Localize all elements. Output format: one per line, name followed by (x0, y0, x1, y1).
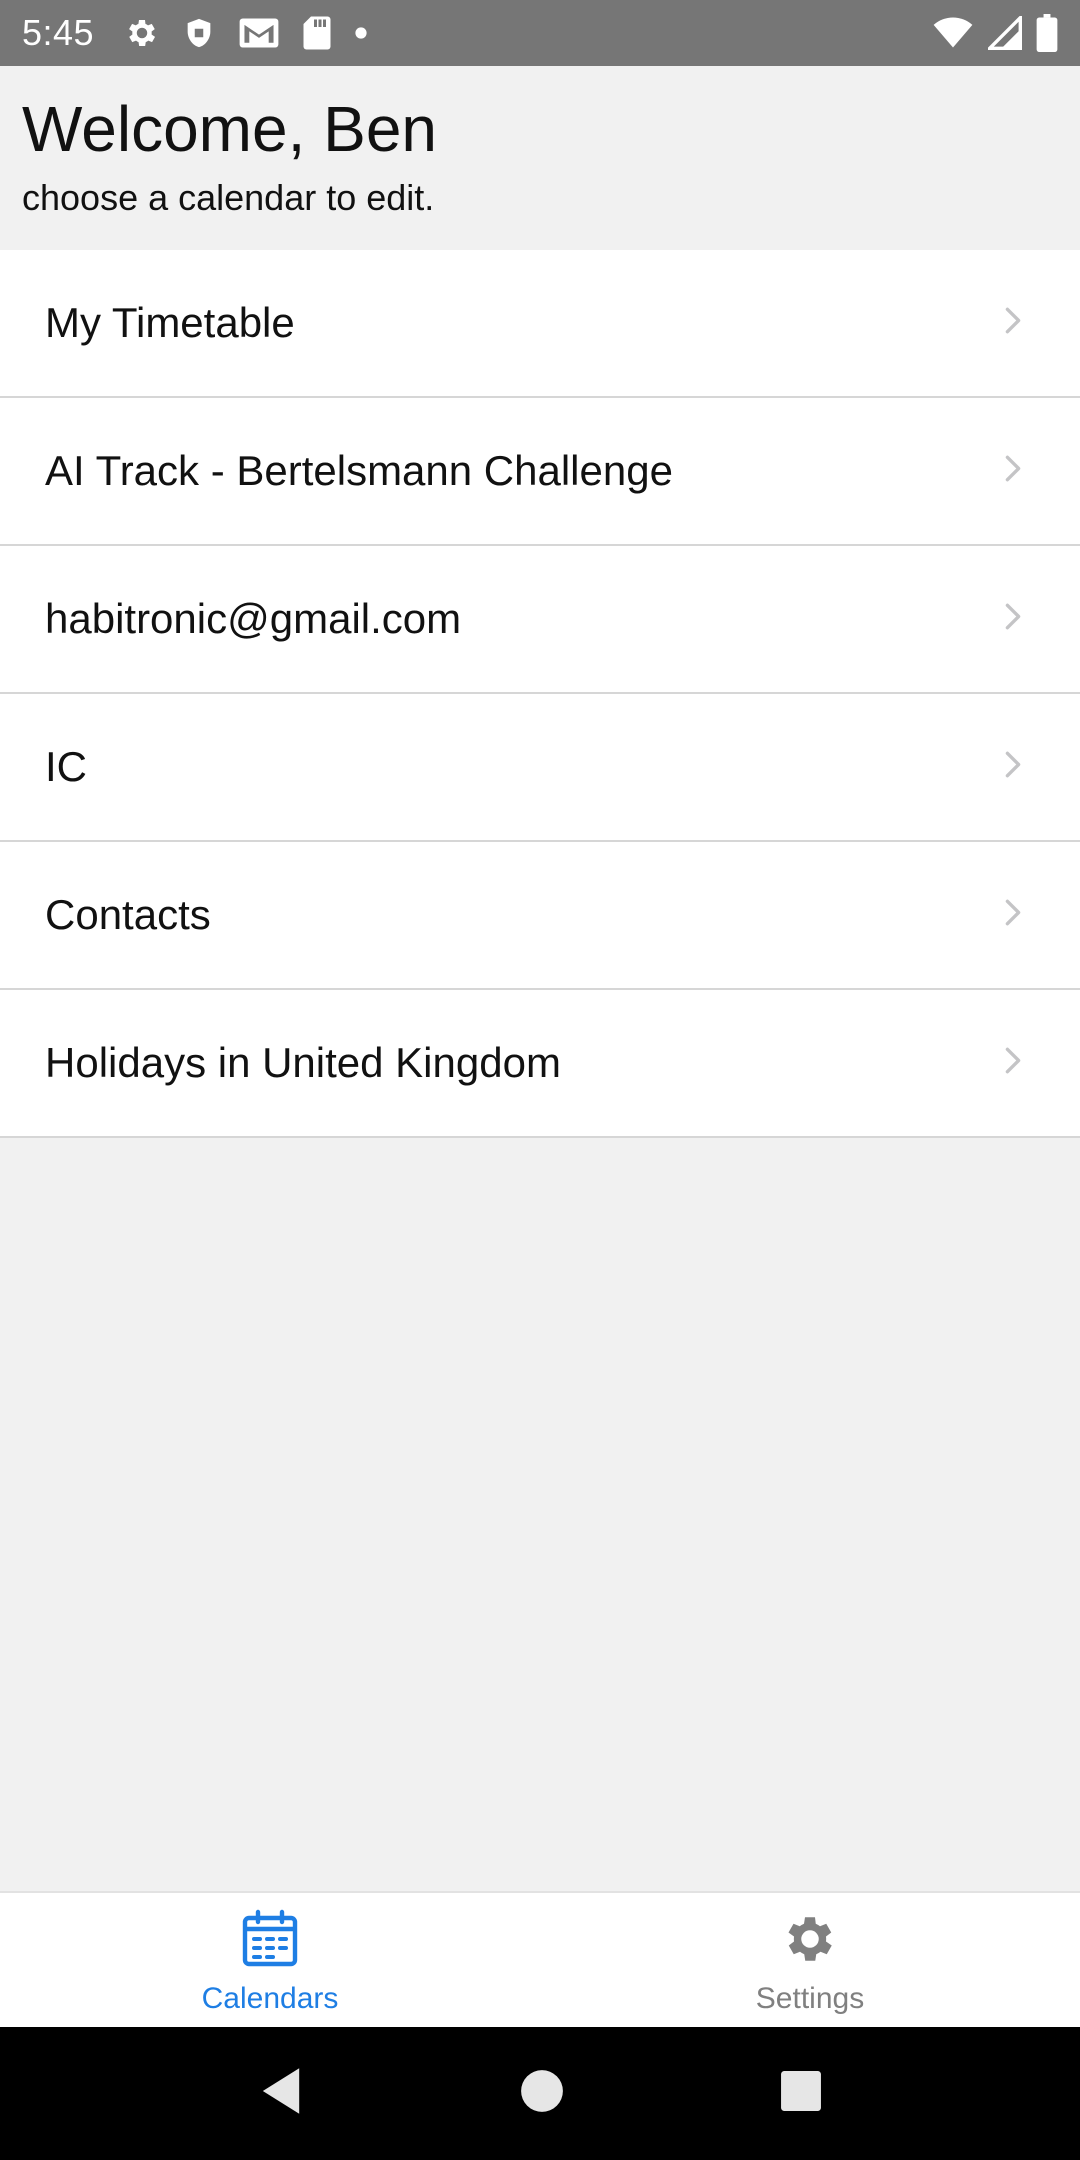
chevron-right-icon (1004, 307, 1022, 340)
tab-label: Calendars (201, 1982, 339, 2015)
calendar-row-contacts[interactable]: Contacts (0, 842, 1080, 990)
page-subtitle: choose a calendar to edit. (22, 177, 435, 219)
calendar-row-label: AI Track - Bertelsmann Challenge (45, 447, 673, 494)
calendar-row-label: Holidays in United Kingdom (45, 1039, 561, 1086)
chevron-right-icon (1004, 751, 1022, 784)
gear-icon (780, 1909, 840, 1974)
tab-calendars[interactable]: Calendars (0, 1893, 540, 2027)
recents-icon[interactable] (780, 2070, 822, 2117)
tab-settings[interactable]: Settings (540, 1893, 1080, 2027)
back-icon[interactable] (258, 2066, 304, 2121)
tab-label: Settings (755, 1982, 865, 2015)
dot-icon (354, 26, 368, 40)
calendar-row-label: habitronic@gmail.com (45, 595, 462, 642)
calendar-row-label: IC (45, 743, 87, 790)
screen: 5:45 Welcome, Ben choose a calendar to e… (0, 0, 1080, 2160)
chevron-right-icon (1004, 899, 1022, 932)
chevron-right-icon (1004, 455, 1022, 488)
calendar-list: My Timetable AI Track - Bertelsmann Chal… (0, 250, 1080, 1138)
chevron-right-icon (1004, 1047, 1022, 1080)
calendar-row-ic[interactable]: IC (0, 694, 1080, 842)
home-icon[interactable] (520, 2069, 564, 2118)
calendar-row-my-timetable[interactable]: My Timetable (0, 250, 1080, 398)
calendar-icon (240, 1909, 300, 1974)
shield-icon (182, 15, 216, 51)
calendar-row-label: Contacts (45, 891, 211, 938)
cell-signal-icon (988, 16, 1022, 50)
header: Welcome, Ben choose a calendar to edit. (0, 66, 1080, 250)
nav-bar (0, 2027, 1080, 2160)
battery-icon (1036, 14, 1058, 52)
calendar-row-holidays-uk[interactable]: Holidays in United Kingdom (0, 990, 1080, 1138)
calendar-row-ai-track[interactable]: AI Track - Bertelsmann Challenge (0, 398, 1080, 546)
gear-icon (124, 15, 160, 51)
page-title: Welcome, Ben (22, 93, 437, 165)
status-icons-right (932, 14, 1058, 52)
sd-card-icon (302, 15, 332, 51)
status-icons-left (124, 15, 368, 51)
calendar-row-label: My Timetable (45, 299, 295, 346)
status-bar: 5:45 (0, 0, 1080, 66)
gmail-icon (238, 16, 280, 50)
tab-bar: Calendars Settings (0, 1891, 1080, 2027)
chevron-right-icon (1004, 603, 1022, 636)
status-time: 5:45 (22, 12, 95, 53)
calendar-row-habitronic[interactable]: habitronic@gmail.com (0, 546, 1080, 694)
wifi-icon (932, 16, 974, 50)
